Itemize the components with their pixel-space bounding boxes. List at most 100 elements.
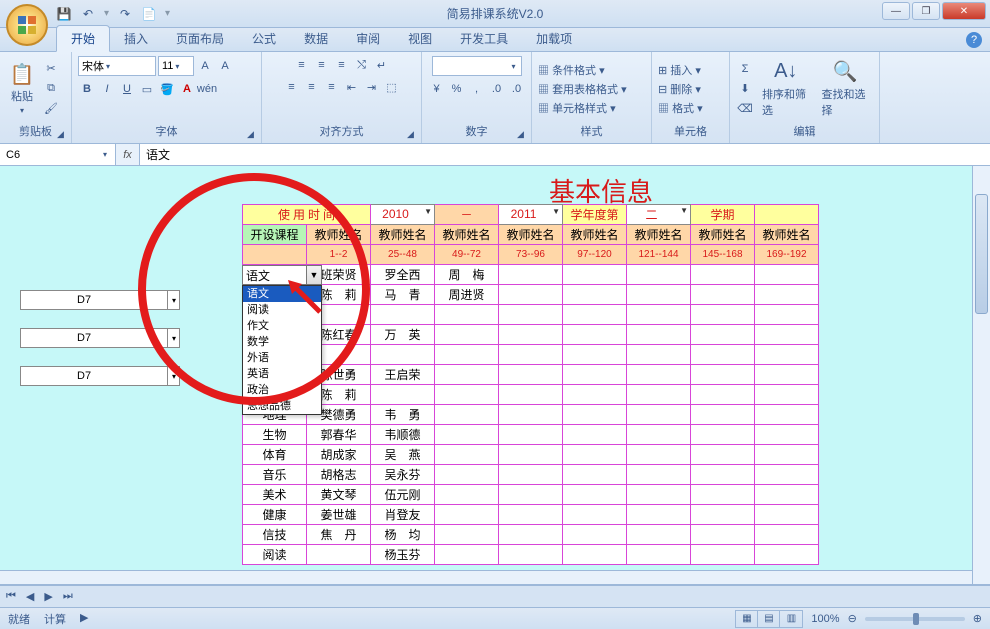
cell[interactable]: [499, 485, 563, 505]
year-from-select[interactable]: 2010▼: [371, 205, 435, 225]
maximize-button[interactable]: ❐: [912, 2, 940, 20]
cell[interactable]: [627, 285, 691, 305]
cell[interactable]: [371, 385, 435, 405]
align-right-icon[interactable]: ≡: [323, 78, 341, 96]
align-left-icon[interactable]: ≡: [283, 78, 301, 96]
cell[interactable]: [627, 545, 691, 565]
zoom-level[interactable]: 100%: [811, 613, 839, 625]
cell[interactable]: [435, 525, 499, 545]
cell[interactable]: 阅读: [243, 545, 307, 565]
delete-cell-button[interactable]: ⊟ 删除 ▾: [658, 81, 703, 97]
undo-icon[interactable]: ↶: [80, 6, 96, 22]
cell[interactable]: [755, 285, 819, 305]
cell[interactable]: [563, 345, 627, 365]
cell[interactable]: [563, 425, 627, 445]
cell[interactable]: 马 青: [371, 285, 435, 305]
cell[interactable]: [563, 485, 627, 505]
underline-icon[interactable]: U: [118, 80, 136, 98]
ref-box-3[interactable]: D7▾: [20, 366, 180, 386]
tab-formulas[interactable]: 公式: [238, 26, 290, 51]
page-layout-view-icon[interactable]: ▤: [758, 611, 780, 627]
cell[interactable]: 伍元刚: [371, 485, 435, 505]
cell[interactable]: [755, 445, 819, 465]
align-bottom-icon[interactable]: ≡: [333, 56, 351, 74]
number-launcher[interactable]: ◢: [517, 129, 529, 141]
cell[interactable]: 健康: [243, 505, 307, 525]
comma-icon[interactable]: ,: [468, 80, 486, 98]
indent-inc-icon[interactable]: ⇥: [363, 78, 381, 96]
cell[interactable]: [755, 305, 819, 325]
cell[interactable]: 音乐: [243, 465, 307, 485]
cell[interactable]: [499, 265, 563, 285]
cell[interactable]: [371, 305, 435, 325]
cell[interactable]: [435, 385, 499, 405]
cell[interactable]: [691, 465, 755, 485]
sort-filter-button[interactable]: A↓排序和筛选: [758, 58, 814, 120]
insert-cell-button[interactable]: ⊞ 插入 ▾: [658, 62, 703, 78]
table-row[interactable]: 信技焦 丹杨 均: [243, 525, 819, 545]
macro-record-icon[interactable]: ▶: [80, 611, 88, 627]
cell[interactable]: [563, 505, 627, 525]
cell[interactable]: 王启荣: [371, 365, 435, 385]
font-color-icon[interactable]: A: [178, 80, 196, 98]
office-button[interactable]: [6, 4, 48, 46]
cell[interactable]: [499, 425, 563, 445]
table-row[interactable]: [243, 305, 819, 325]
cell[interactable]: 吴 燕: [371, 445, 435, 465]
cell[interactable]: 杨玉芬: [371, 545, 435, 565]
cell[interactable]: [691, 385, 755, 405]
paste-button[interactable]: 📋粘贴▾: [6, 60, 38, 117]
cell[interactable]: 吴永芬: [371, 465, 435, 485]
cell[interactable]: [563, 265, 627, 285]
cell[interactable]: [307, 545, 371, 565]
cell[interactable]: [627, 445, 691, 465]
cond-format-button[interactable]: ▦ 条件格式 ▾: [538, 62, 627, 78]
cell[interactable]: [755, 365, 819, 385]
cell[interactable]: [755, 525, 819, 545]
cell[interactable]: [691, 345, 755, 365]
nav-first-icon[interactable]: ⏮: [6, 590, 16, 603]
font-size-select[interactable]: 11▾: [158, 56, 194, 76]
find-select-button[interactable]: 🔍查找和选择: [818, 58, 874, 120]
cell[interactable]: [755, 505, 819, 525]
cell[interactable]: [755, 325, 819, 345]
tab-addins[interactable]: 加载项: [522, 26, 586, 51]
table-row[interactable]: [243, 345, 819, 365]
cell[interactable]: [563, 465, 627, 485]
tab-home[interactable]: 开始: [56, 25, 110, 52]
format-painter-icon[interactable]: 🖌: [42, 100, 60, 118]
inc-decimal-icon[interactable]: .0: [488, 80, 506, 98]
cell[interactable]: [563, 385, 627, 405]
cell[interactable]: [435, 345, 499, 365]
qat-extra-icon[interactable]: 📄: [141, 6, 157, 22]
cell[interactable]: [435, 325, 499, 345]
cell[interactable]: [627, 345, 691, 365]
cell[interactable]: [563, 445, 627, 465]
table-format-button[interactable]: ▦ 套用表格格式 ▾: [538, 81, 627, 97]
qat-customize[interactable]: ▾: [165, 8, 170, 19]
zoom-out-icon[interactable]: ⊖: [848, 612, 857, 625]
font-launcher[interactable]: ◢: [247, 129, 259, 141]
cell[interactable]: 韦 勇: [371, 405, 435, 425]
cell[interactable]: [435, 465, 499, 485]
cell[interactable]: 胡格志: [307, 465, 371, 485]
cell[interactable]: [499, 525, 563, 545]
cell[interactable]: [691, 525, 755, 545]
clipboard-launcher[interactable]: ◢: [57, 129, 69, 141]
active-cell[interactable]: 语文: [242, 265, 308, 285]
number-format-select[interactable]: ▾: [432, 56, 522, 76]
align-top-icon[interactable]: ≡: [293, 56, 311, 74]
dropdown-option[interactable]: 数学: [243, 334, 321, 350]
cell[interactable]: [755, 385, 819, 405]
cell[interactable]: [755, 425, 819, 445]
cell[interactable]: [499, 365, 563, 385]
redo-icon[interactable]: ↷: [117, 6, 133, 22]
table-row[interactable]: 阅读 杨玉芬: [243, 545, 819, 565]
cell[interactable]: [435, 365, 499, 385]
merge-icon[interactable]: ⬚: [383, 78, 401, 96]
cell[interactable]: [435, 505, 499, 525]
cell[interactable]: [691, 505, 755, 525]
cell[interactable]: [627, 365, 691, 385]
save-icon[interactable]: 💾: [56, 6, 72, 22]
table-row[interactable]: 美术黄文琴伍元刚: [243, 485, 819, 505]
